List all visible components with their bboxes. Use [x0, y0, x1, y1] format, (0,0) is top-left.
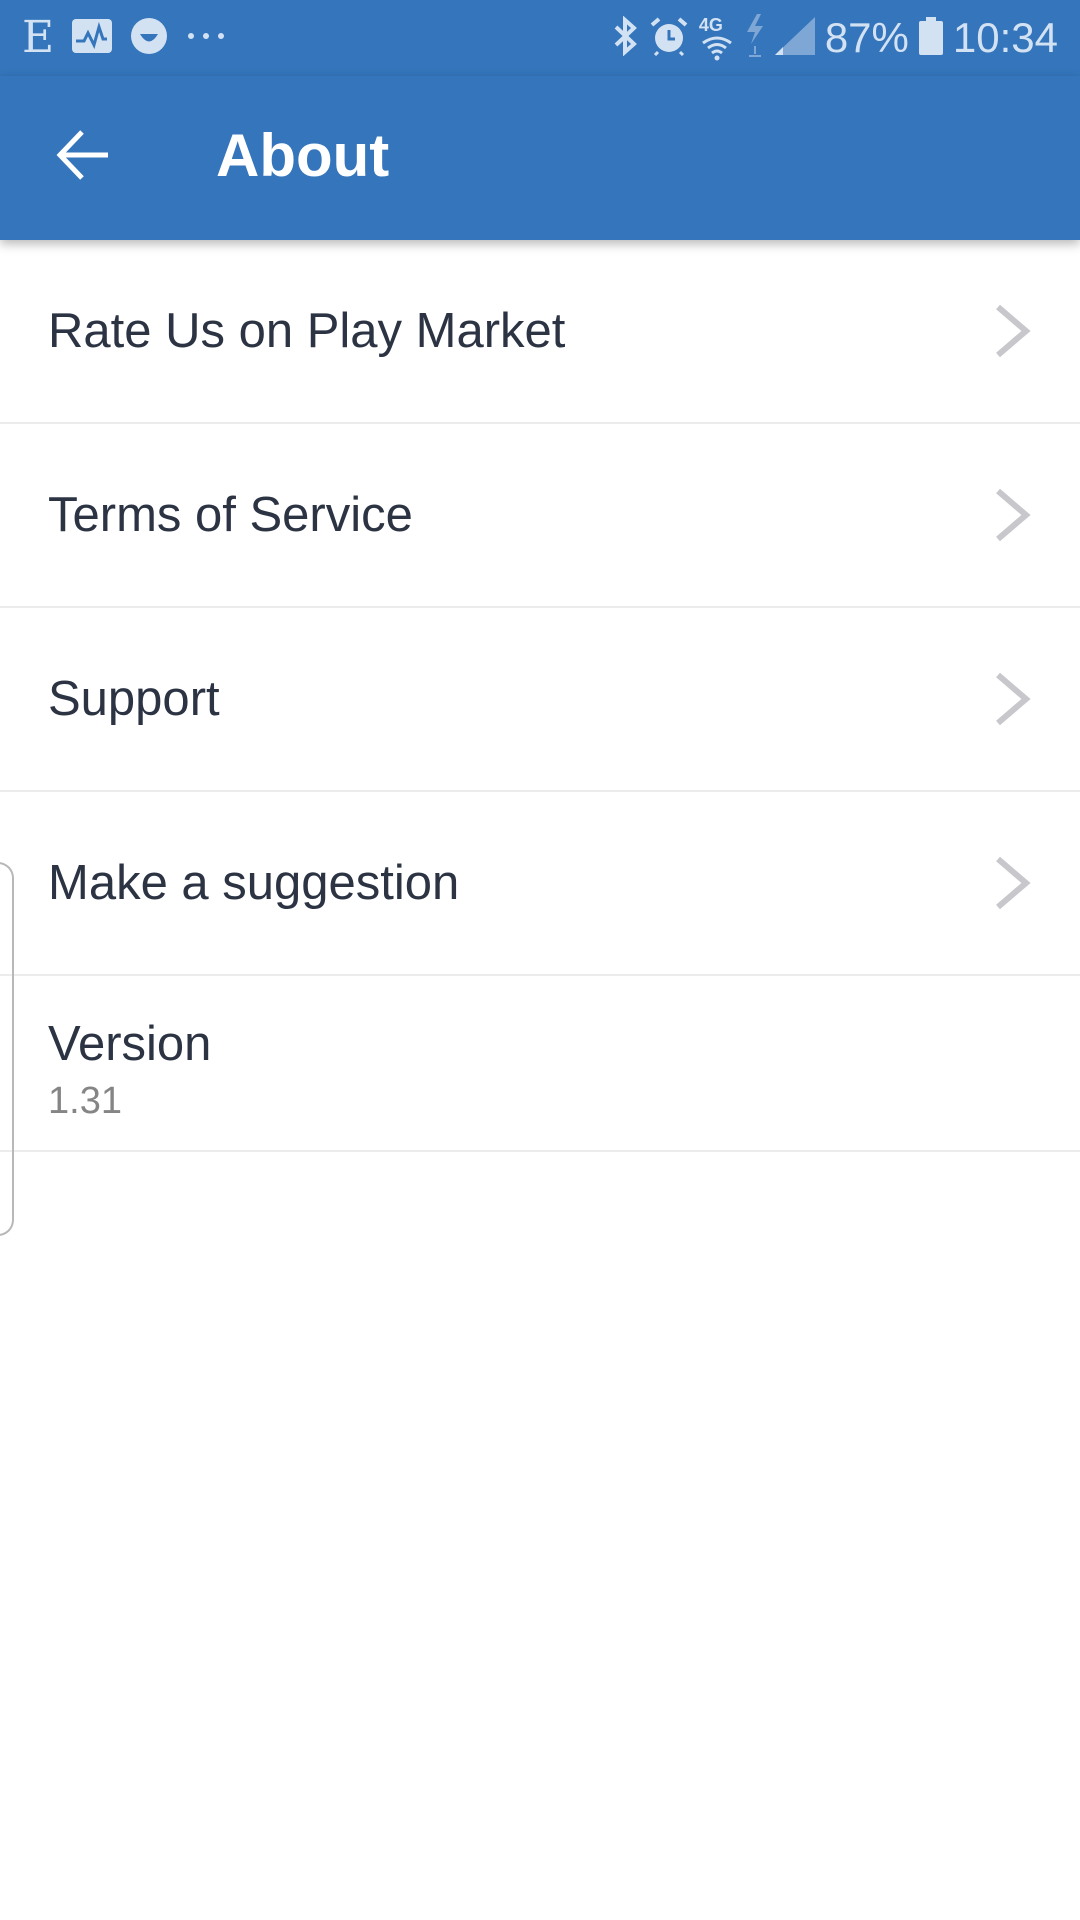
page-title: About	[216, 122, 390, 189]
menu-item-support[interactable]: Support	[0, 608, 1080, 792]
chevron-right-icon	[996, 856, 1031, 910]
clock: 10:34	[952, 14, 1058, 61]
status-bar: E 4G 87% 10:34	[0, 0, 1080, 76]
e-letter-icon: E	[22, 12, 55, 63]
chevron-right-icon	[996, 304, 1031, 358]
about-menu-list: Rate Us on Play Market Terms of Service …	[0, 240, 1080, 1152]
menu-item-terms-of-service[interactable]: Terms of Service	[0, 424, 1080, 608]
version-value: 1.31	[48, 1080, 122, 1122]
menu-item-rate-us[interactable]: Rate Us on Play Market	[0, 240, 1080, 424]
battery-icon	[918, 16, 943, 60]
menu-item-label: Rate Us on Play Market	[48, 304, 566, 358]
network-type-label: 4G	[698, 15, 723, 35]
chevron-right-icon	[996, 488, 1031, 542]
charging-bolt-icon	[745, 13, 765, 63]
status-bar-system: 4G 87% 10:34	[613, 10, 1058, 66]
bluetooth-icon	[613, 15, 639, 61]
back-button[interactable]	[52, 120, 122, 190]
alarm-icon	[649, 16, 689, 61]
menu-item-label: Terms of Service	[48, 488, 413, 542]
menu-item-make-suggestion[interactable]: Make a suggestion	[0, 792, 1080, 976]
battery-percent: 87%	[824, 14, 909, 61]
app-bar: About	[0, 76, 1080, 240]
4g-wifi-icon: 4G	[699, 15, 735, 61]
signal-icon	[774, 16, 815, 60]
edge-panel-handle[interactable]	[0, 862, 14, 1236]
status-bar-notifications: E	[22, 14, 226, 62]
arrow-left-icon	[56, 130, 108, 180]
chevron-right-icon	[996, 672, 1031, 726]
version-info: Version 1.31	[0, 976, 1080, 1152]
pulse-monitor-icon	[72, 18, 113, 58]
smiley-icon	[130, 17, 168, 60]
menu-item-label: Support	[48, 672, 220, 726]
version-label: Version	[48, 1017, 212, 1071]
menu-item-label: Make a suggestion	[48, 856, 460, 910]
more-dots-icon	[186, 29, 226, 47]
